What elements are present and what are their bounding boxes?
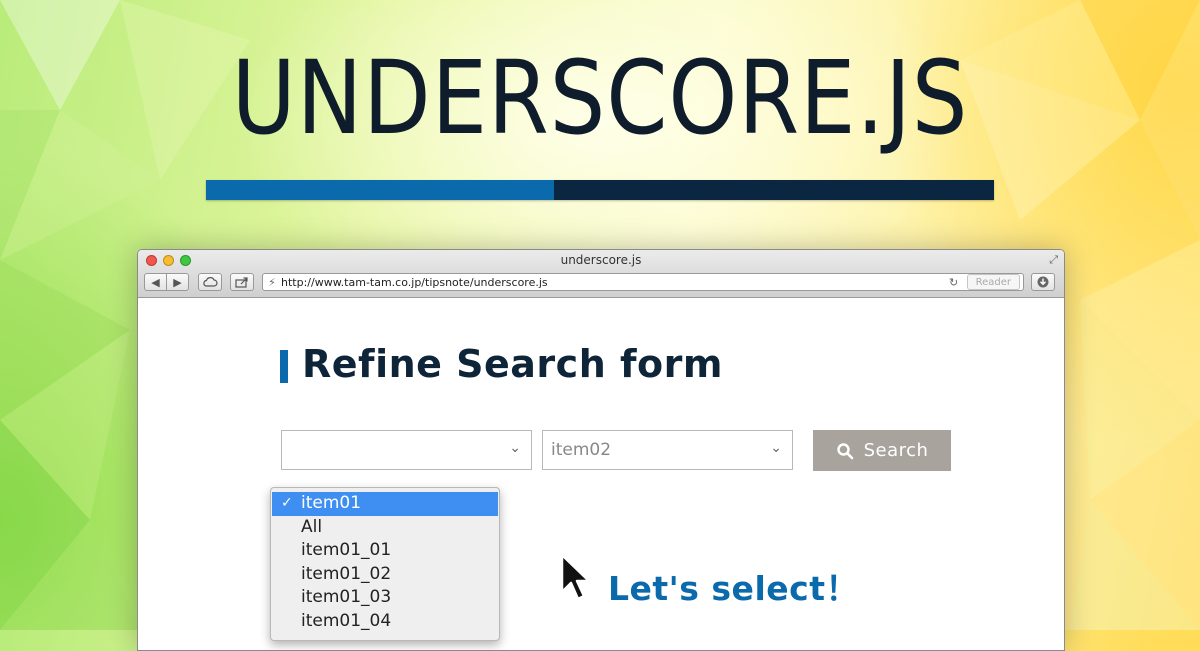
back-button[interactable]: ◀ [144, 273, 167, 291]
address-url: http://www.tam-tam.co.jp/tipsnote/unders… [281, 275, 548, 289]
callout-text: Let's select！ [608, 569, 859, 608]
search-icon [836, 442, 853, 459]
back-arrow-icon: ◀ [151, 275, 160, 289]
download-icon [1037, 276, 1049, 288]
chevron-down-icon: ⌄ [509, 440, 521, 456]
address-bar[interactable]: ⚡ http://www.tam-tam.co.jp/tipsnote/unde… [262, 273, 1024, 291]
browser-toolbar: underscore.js ⤢ ◀ ▶ ⚡ http://www.tam-tam… [138, 250, 1064, 298]
window-title: underscore.js [560, 253, 642, 267]
hero-title: UNDERSCORE.JS [231, 39, 969, 158]
checkmark-icon: ✓ [281, 495, 293, 511]
forward-button[interactable]: ▶ [166, 273, 189, 291]
reload-icon[interactable]: ↻ [947, 276, 961, 289]
dropdown-option-label: item01_04 [301, 610, 392, 631]
dropdown-option-label: item01 [301, 493, 362, 513]
title-bar-segment-navy [554, 180, 994, 200]
search-button[interactable]: Search [813, 430, 951, 471]
forward-arrow-icon: ▶ [173, 275, 182, 289]
dropdown-option-label: item01_01 [301, 540, 392, 560]
item02-select-value: item02 [551, 440, 612, 460]
title-underline-bar [206, 180, 994, 200]
dropdown-option-label: item01_02 [301, 563, 392, 584]
chevron-down-icon: ⌄ [770, 440, 782, 456]
item01-select[interactable]: ⌄ [281, 430, 532, 470]
dropdown-option[interactable]: item01_01 [271, 539, 499, 563]
dropdown-option-label: All [301, 516, 323, 537]
site-icon: ⚡ [268, 275, 276, 289]
dropdown-option[interactable]: All [271, 516, 499, 540]
dropdown-option[interactable]: ✓ item01 [272, 492, 498, 516]
cloud-icon [203, 277, 218, 287]
dropdown-option-label: item01_03 [301, 587, 392, 607]
dropdown-option[interactable]: item01_02 [271, 563, 499, 587]
share-icon [235, 276, 248, 288]
item02-select[interactable]: item02 ⌄ [542, 430, 793, 470]
downloads-button[interactable] [1031, 273, 1055, 291]
fullscreen-icon[interactable]: ⤢ [1049, 253, 1058, 267]
title-bar-segment-blue [206, 180, 554, 200]
reader-button[interactable]: Reader [966, 274, 1020, 290]
dropdown-option[interactable]: item01_03 [271, 586, 499, 610]
dropdown-option[interactable]: item01_04 [271, 610, 499, 634]
mouse-pointer-icon [560, 553, 591, 601]
item01-dropdown-menu: ✓ item01 All item01_01 item01_02 item01_0… [270, 487, 500, 641]
page-heading: Refine Search form [302, 342, 723, 386]
page-content: Refine Search form ⌄ item02 ⌄ Search ✓ it… [138, 298, 1064, 650]
icloud-tabs-button[interactable] [198, 273, 222, 291]
heading-accent-bar [280, 350, 288, 383]
browser-window: underscore.js ⤢ ◀ ▶ ⚡ http://www.tam-tam… [137, 249, 1065, 651]
search-button-label: Search [863, 440, 929, 461]
share-button[interactable] [230, 273, 254, 291]
